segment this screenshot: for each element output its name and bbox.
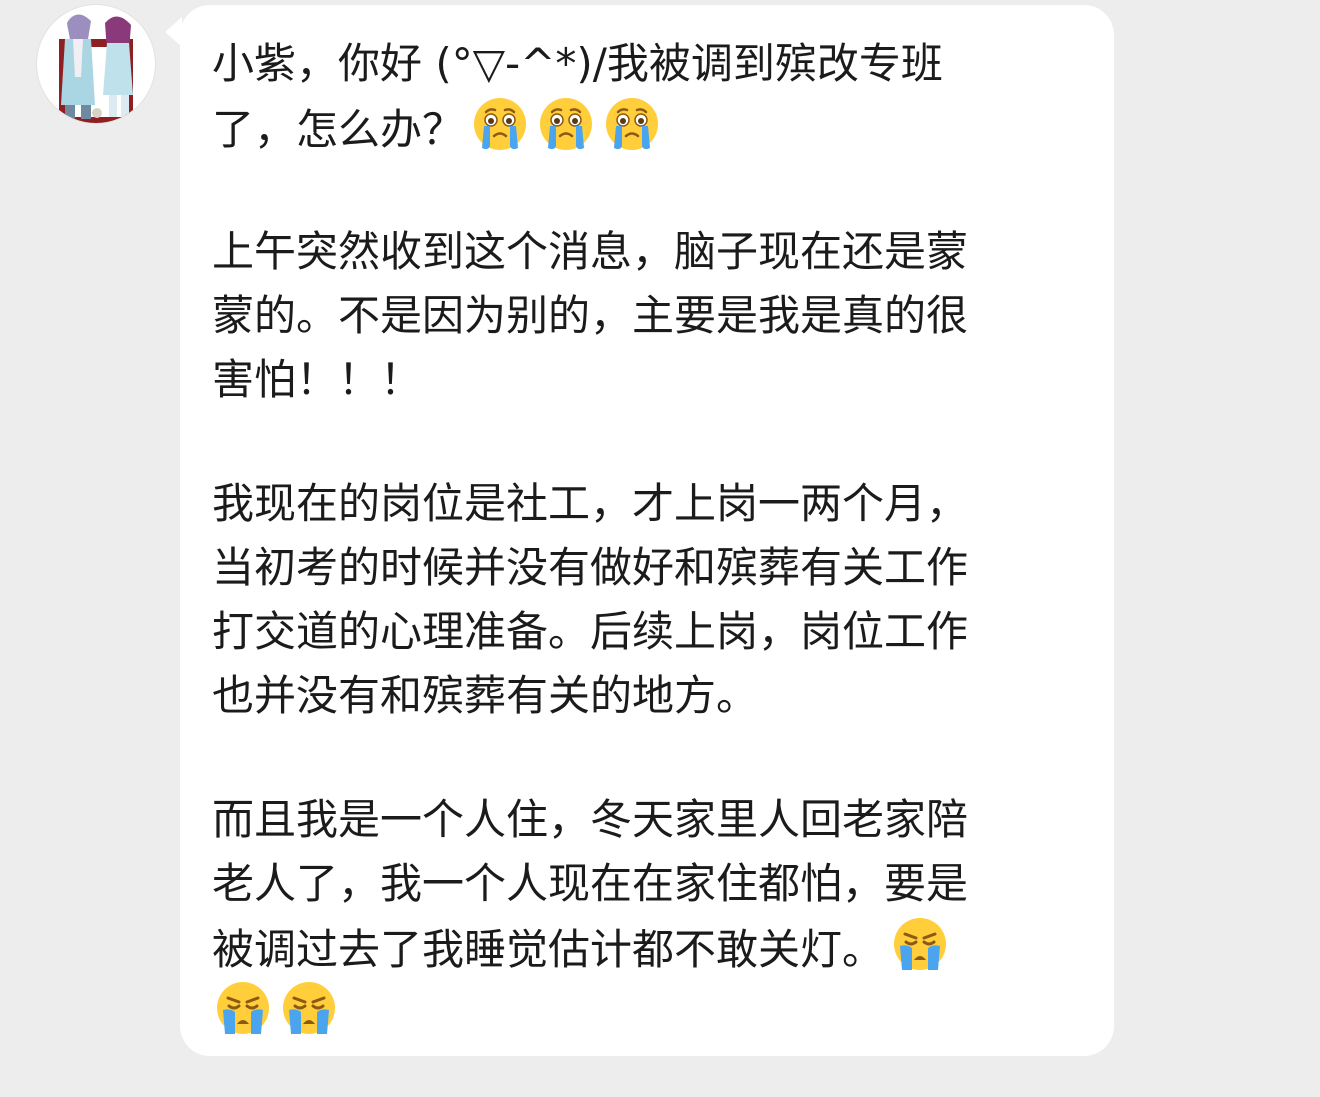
message-line: 害怕！！！ <box>212 348 1074 412</box>
message-line: 小紫，你好 (°▽-^*)/我被调到殡改专班 <box>212 32 1074 96</box>
message-line: 被调过去了我睡觉估计都不敢关灯。 <box>212 916 1074 980</box>
message-line: 上午突然收到这个消息，脑子现在还是蒙 <box>212 220 1074 284</box>
message-text: 而且我是一个人住，冬天家里人回老家陪 <box>212 795 969 844</box>
message-line: 当初考的时候并没有做好和殡葬有关工作 <box>212 536 1074 600</box>
message-text: 我现在的岗位是社工，才上岗一两个月， <box>212 479 969 528</box>
message-text: 害怕！！！ <box>212 355 423 404</box>
crying-face-icon <box>281 980 337 1036</box>
message-text: 打交道的心理准备。后续上岗，岗位工作 <box>212 607 969 656</box>
avatar-illustration <box>59 14 133 123</box>
message-line: 打交道的心理准备。后续上岗，岗位工作 <box>212 600 1074 664</box>
message-line: 也并没有和殡葬有关的地方。 <box>212 664 1074 728</box>
message-bubble[interactable]: 小紫，你好 (°▽-^*)/我被调到殡改专班 了，怎么办？ 上午突然收到这个消息… <box>165 5 1114 1056</box>
message-text: 被调过去了我睡觉估计都不敢关灯。 <box>212 925 885 974</box>
message-line: 老人了，我一个人现在在家住都怕，要是 <box>212 852 1074 916</box>
tearful-face-icon <box>604 96 660 152</box>
message-text: 了，怎么办？ <box>212 105 465 154</box>
message-text: 上午突然收到这个消息，脑子现在还是蒙 <box>212 227 969 276</box>
message-text: 小紫，你好 (°▽-^*)/我被调到殡改专班 <box>212 39 943 88</box>
tearful-face-icon <box>538 96 594 152</box>
message-text: 也并没有和殡葬有关的地方。 <box>212 671 759 720</box>
crying-face-icon <box>892 916 948 972</box>
message-text: 老人了，我一个人现在在家住都怕，要是 <box>212 859 969 908</box>
message-line: 了，怎么办？ <box>212 96 1074 160</box>
message-text: 蒙的。不是因为别的，主要是我是真的很 <box>212 291 969 340</box>
message-text: 当初考的时候并没有做好和殡葬有关工作 <box>212 543 969 592</box>
crying-face-icon <box>215 980 271 1036</box>
message-line <box>212 980 1074 1044</box>
tearful-face-icon <box>472 96 528 152</box>
message-line: 我现在的岗位是社工，才上岗一两个月， <box>212 472 1074 536</box>
message-line: 蒙的。不是因为别的，主要是我是真的很 <box>212 284 1074 348</box>
message-line: 而且我是一个人住，冬天家里人回老家陪 <box>212 788 1074 852</box>
sender-avatar[interactable] <box>37 5 155 123</box>
